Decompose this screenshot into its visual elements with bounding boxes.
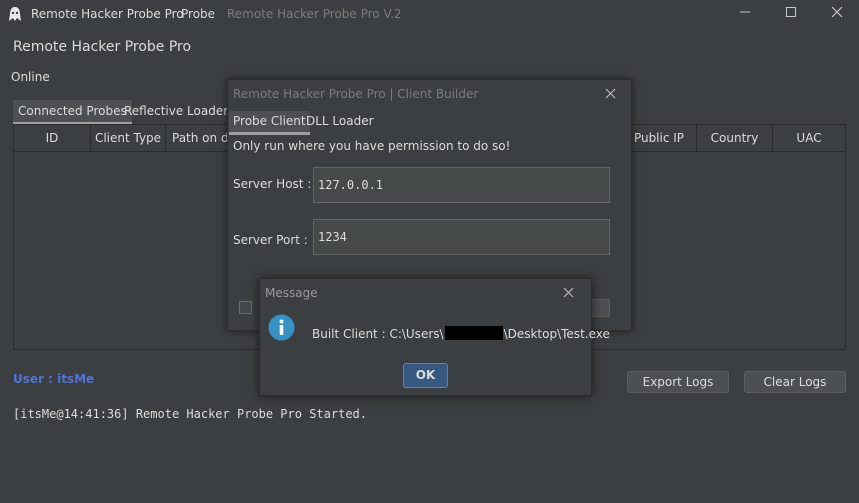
app-name: Remote Hacker Probe Pro [31, 7, 184, 21]
column-header-uac[interactable]: UAC [773, 125, 845, 152]
column-header-client-type[interactable]: Client Type [91, 125, 166, 152]
log-line: [itsMe@14:41:36] Remote Hacker Probe Pro… [13, 407, 368, 421]
close-icon [831, 6, 843, 18]
server-host-label: Server Host : [233, 177, 312, 191]
app-logo-icon [9, 7, 21, 21]
message-dialog: Message Built Client : C:\Users\ \Desktop… [259, 278, 610, 396]
window-title: Remote Hacker Probe Pro V.2 [227, 7, 402, 21]
column-header-public-ip[interactable]: Public IP [622, 125, 697, 152]
message-text-suffix: \Desktop\Test.exe [503, 327, 610, 341]
close-icon [563, 287, 573, 298]
ok-button[interactable]: OK [403, 363, 448, 388]
option-checkbox[interactable] [239, 301, 252, 314]
message-title: Message [265, 286, 318, 300]
maximize-icon [786, 7, 796, 17]
server-port-label: Server Port : [233, 233, 308, 247]
maximize-button[interactable] [778, 5, 804, 23]
tab-probe-client[interactable]: Probe Client [229, 111, 310, 135]
message-text: Built Client : C:\Users\ \Desktop\Test.ex… [312, 326, 610, 341]
minimize-button[interactable] [732, 5, 758, 23]
server-port-input[interactable]: 1234 [313, 219, 610, 255]
close-button[interactable] [824, 5, 850, 23]
message-text-prefix: Built Client : C:\Users\ [312, 327, 444, 341]
message-close-button[interactable] [558, 283, 578, 303]
page-title: Remote Hacker Probe Pro [13, 39, 192, 55]
clear-logs-button[interactable]: Clear Logs [744, 371, 846, 393]
export-logs-button[interactable]: Export Logs [627, 371, 729, 393]
minimize-icon [740, 11, 750, 13]
dialog-title: Remote Hacker Probe Pro | Client Builder [233, 87, 479, 101]
tab-dll-loader[interactable]: DLL Loader [302, 111, 378, 132]
permission-warning: Only run where you have permission to do… [233, 139, 511, 153]
status-text: Online [11, 70, 50, 84]
menu-probe[interactable]: Probe [181, 7, 215, 21]
redaction-bar [444, 326, 503, 340]
dialog-close-button[interactable] [600, 84, 620, 104]
column-header-country[interactable]: Country [697, 125, 773, 152]
tab-connected-probes[interactable]: Connected Probes [13, 100, 132, 125]
info-icon [268, 314, 295, 341]
user-label: User : itsMe [13, 372, 95, 386]
column-header-id[interactable]: ID [14, 125, 91, 152]
server-host-input[interactable]: 127.0.0.1 [313, 167, 610, 203]
close-icon [605, 88, 615, 99]
log-output[interactable]: [itsMe@14:41:36] Remote Hacker Probe Pro… [13, 407, 367, 421]
